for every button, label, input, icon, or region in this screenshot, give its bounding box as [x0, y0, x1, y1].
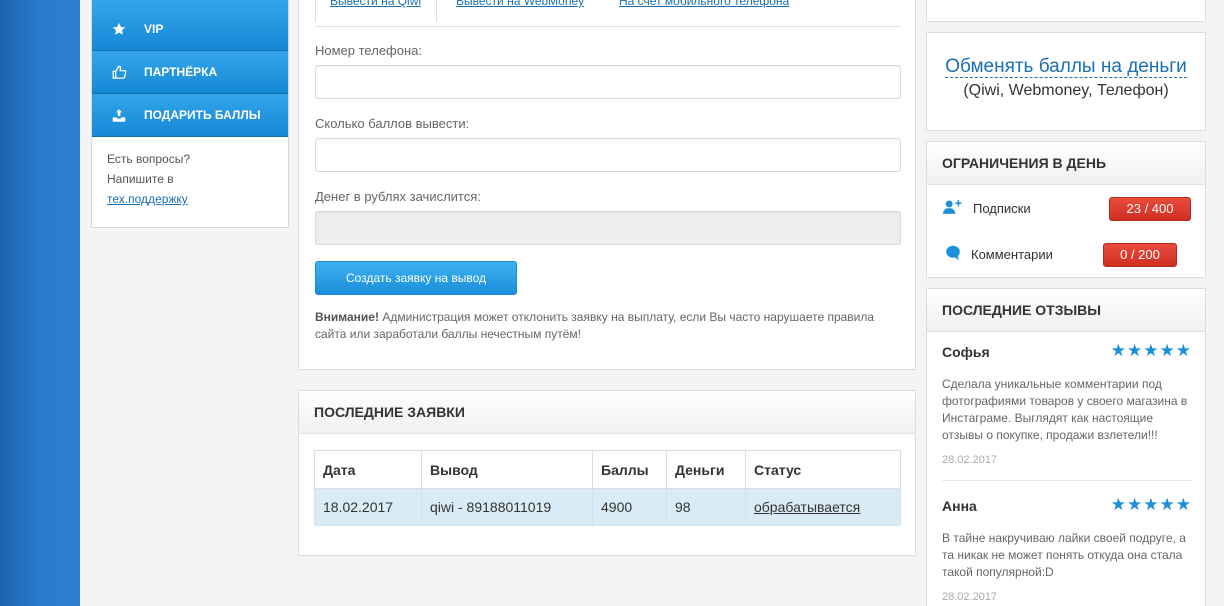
tab-mobile[interactable]: На счет мобильного телефона: [619, 0, 789, 8]
review-date: 28.02.2017: [942, 591, 998, 603]
daily-limits-box: ОГРАНИЧЕНИЯ В ДЕНЬ Подписки 23 / 400 Ком…: [926, 141, 1206, 278]
review-item: Софья ★★★★★ Сделала уникальные комментар…: [942, 341, 1192, 466]
exchange-link[interactable]: Обменять баллы на деньги: [945, 56, 1187, 78]
phone-label: Номер телефона:: [315, 43, 422, 58]
sidebar-item-partner[interactable]: ПАРТНЁРКА: [92, 51, 288, 94]
exchange-box: Обменять баллы на деньги (Qiwi, Webmoney…: [926, 32, 1206, 131]
latest-requests-panel: ПОСЛЕДНИЕ ЗАЯВКИ Дата Вывод Баллы Деньги…: [298, 390, 916, 556]
help-write-to: Напишите в: [107, 172, 174, 186]
warning-title: Внимание!: [315, 310, 379, 324]
limit-row-subscriptions: Подписки 23 / 400: [943, 196, 1191, 221]
sidebar-item-vip[interactable]: VIP: [92, 0, 288, 51]
rub-label: Денег в рублях зачислится:: [315, 189, 481, 204]
tab-qiwi[interactable]: Вывести на Qiwi: [315, 0, 437, 22]
limit-label: Подписки: [973, 201, 1031, 216]
exchange-title: Обменять баллы на деньги: [927, 56, 1205, 78]
rating-stars: ★★★★★: [1110, 495, 1192, 514]
tab-qiwi-label: Вывести на Qiwi: [330, 0, 422, 8]
comment-icon: [945, 245, 961, 264]
tab-webmoney[interactable]: Вывести на WebMoney: [456, 0, 584, 8]
sidebar-item-label: VIP: [144, 22, 164, 36]
exchange-subtitle: (Qiwi, Webmoney, Телефон): [963, 82, 1169, 99]
cell-points: 4900: [592, 488, 667, 526]
review-date: 28.02.2017: [942, 454, 998, 466]
cell-status: обрабатывается: [745, 488, 901, 526]
points-input[interactable]: [315, 138, 901, 172]
table-header-row: Дата Вывод Баллы Деньги Статус: [314, 450, 901, 489]
col-status: Статус: [745, 450, 901, 489]
table-row: 18.02.2017 qiwi - 89188011019 4900 98 об…: [314, 488, 901, 526]
review-text: Сделала уникальные комментарии под фотог…: [942, 377, 1188, 442]
help-block: Есть вопросы? Напишите в тех.поддержку: [92, 137, 288, 221]
withdraw-form-panel: Вывести на Qiwi Вывести на WebMoney На с…: [298, 0, 916, 370]
sidebar-item-label: ПАРТНЁРКА: [144, 65, 218, 79]
latest-reviews-title: ПОСЛЕДНИЕ ОТЗЫВЫ: [927, 289, 1205, 332]
limit-label: Комментарии: [971, 247, 1053, 262]
sidebar-item-gift-points[interactable]: ПОДАРИТЬ БАЛЛЫ: [92, 94, 288, 137]
col-points: Баллы: [592, 450, 667, 489]
warning-body: Администрация может отклонить заявку на …: [315, 310, 875, 341]
limit-badge: 23 / 400: [1109, 196, 1191, 221]
latest-reviews-box: ПОСЛЕДНИЕ ОТЗЫВЫ Софья ★★★★★ Сделала уни…: [926, 288, 1206, 606]
col-method: Вывод: [421, 450, 593, 489]
warning-text: Внимание! Администрация может отклонить …: [315, 309, 895, 343]
right-top-box: [926, 0, 1206, 22]
latest-requests-title: ПОСЛЕДНИЕ ЗАЯВКИ: [299, 391, 915, 434]
create-request-button[interactable]: Создать заявку на вывод: [315, 261, 517, 295]
add-user-icon: [943, 199, 963, 218]
status-link[interactable]: обрабатывается: [754, 499, 860, 515]
star-icon: [108, 22, 130, 36]
review-divider: [942, 480, 1192, 481]
col-date: Дата: [314, 450, 422, 489]
rub-output-field: [315, 211, 901, 245]
sidebar-item-label: ПОДАРИТЬ БАЛЛЫ: [144, 108, 261, 122]
cell-method: qiwi - 89188011019: [421, 488, 593, 526]
limit-row-comments: Комментарии 0 / 200: [943, 242, 1191, 267]
cell-money: 98: [666, 488, 746, 526]
gift-upload-icon: [108, 108, 130, 123]
phone-input[interactable]: [315, 65, 901, 99]
left-sidebar: VIP ПАРТНЁРКА ПОДАРИТЬ БАЛЛЫ Есть вопрос…: [91, 0, 289, 228]
daily-limits-title: ОГРАНИЧЕНИЯ В ДЕНЬ: [927, 142, 1205, 185]
col-money: Деньги: [666, 450, 746, 489]
cell-date: 18.02.2017: [314, 488, 422, 526]
limit-badge: 0 / 200: [1103, 242, 1177, 267]
review-item: Анна ★★★★★ В тайне накручиваю лайки свое…: [942, 495, 1192, 603]
points-label: Сколько баллов вывести:: [315, 116, 470, 131]
review-text: В тайне накручиваю лайки своей подруге, …: [942, 531, 1186, 579]
page: VIP ПАРТНЁРКА ПОДАРИТЬ БАЛЛЫ Есть вопрос…: [80, 0, 1224, 606]
requests-table: Дата Вывод Баллы Деньги Статус 18.02.201…: [314, 450, 901, 526]
withdraw-tabs: Вывести на Qiwi Вывести на WebMoney На с…: [315, 0, 901, 27]
support-link[interactable]: тех.поддержку: [107, 192, 188, 206]
thumbs-up-icon: [108, 65, 130, 80]
rating-stars: ★★★★★: [1110, 341, 1192, 360]
help-question: Есть вопросы?: [107, 152, 191, 166]
